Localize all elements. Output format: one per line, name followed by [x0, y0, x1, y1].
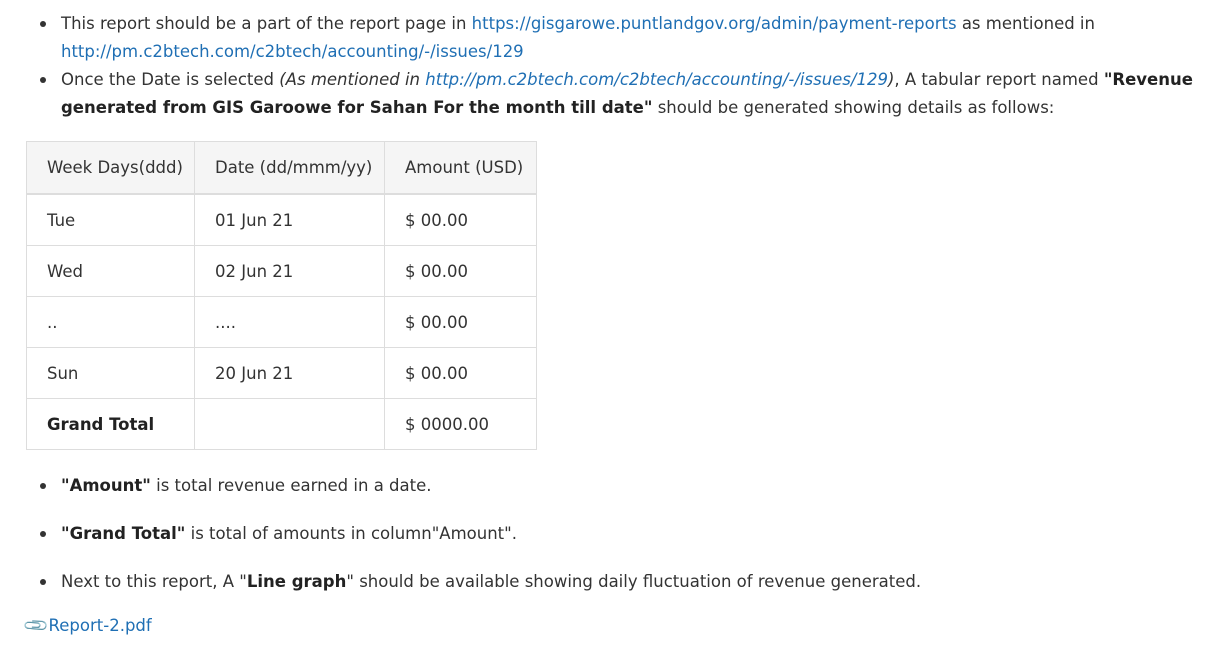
table-cell: $ 00.00 [384, 245, 537, 297]
revenue-table: Week Days(ddd) Date (dd/mmm/yy) Amount (… [26, 141, 537, 450]
payment-reports-link[interactable]: https://gisgarowe.puntlandgov.org/admin/… [472, 14, 957, 33]
table-cell: $ 00.00 [384, 296, 537, 348]
list-item: Once the Date is selected (As mentioned … [0, 66, 1211, 122]
grand-total-label: Grand Total [26, 398, 195, 450]
table-cell: 02 Jun 21 [194, 245, 385, 297]
list-item: "Grand Total" is total of amounts in col… [0, 520, 1211, 548]
issue-129-link[interactable]: http://pm.c2btech.com/c2btech/accounting… [61, 42, 524, 61]
grand-total-value: $ 0000.00 [384, 398, 537, 450]
column-header: Week Days(ddd) [26, 141, 195, 195]
column-header: Amount (USD) [384, 141, 537, 195]
paperclip-icon: 📎 [21, 611, 50, 640]
attachment-label: Report-2.pdf [48, 616, 152, 635]
table-cell: 20 Jun 21 [194, 347, 385, 399]
list-item: This report should be a part of the repo… [0, 10, 1211, 66]
list-item: Next to this report, A "Line graph" shou… [0, 568, 1211, 596]
bullet-text: Once the Date is selected [61, 70, 280, 89]
table-cell [194, 398, 385, 450]
table-row: Wed 02 Jun 21 $ 00.00 [26, 245, 537, 297]
list-item: "Amount" is total revenue earned in a da… [0, 472, 1211, 500]
bullet-text: This report should be a part of the repo… [61, 14, 472, 33]
bullet-text: should be generated showing details as f… [652, 98, 1055, 117]
table-row: Sun 20 Jun 21 $ 00.00 [26, 347, 537, 399]
table-cell: 01 Jun 21 [194, 193, 385, 246]
attachment-link[interactable]: 📎Report-2.pdf [22, 612, 152, 640]
bullet-text: , A tabular report named [894, 70, 1104, 89]
table-cell: Tue [26, 193, 195, 246]
table-cell: $ 00.00 [384, 347, 537, 399]
table-row: .. .... $ 00.00 [26, 296, 537, 348]
bullet-text: as mentioned in [956, 14, 1095, 33]
table-total-row: Grand Total $ 0000.00 [26, 398, 537, 450]
issue-129-link[interactable]: http://pm.c2btech.com/c2btech/accounting… [425, 70, 888, 89]
requirements-list: This report should be a part of the repo… [0, 10, 1211, 122]
italic-note: (As mentioned in http://pm.c2btech.com/c… [279, 70, 895, 89]
table-header-row: Week Days(ddd) Date (dd/mmm/yy) Amount (… [26, 141, 537, 195]
table-cell: Wed [26, 245, 195, 297]
table-cell: Sun [26, 347, 195, 399]
table-cell: .... [194, 296, 385, 348]
table-cell: .. [26, 296, 195, 348]
table-cell: $ 00.00 [384, 193, 537, 246]
table-row: Tue 01 Jun 21 $ 00.00 [26, 193, 537, 246]
column-header: Date (dd/mmm/yy) [194, 141, 385, 195]
notes-list: "Amount" is total revenue earned in a da… [0, 472, 1211, 616]
